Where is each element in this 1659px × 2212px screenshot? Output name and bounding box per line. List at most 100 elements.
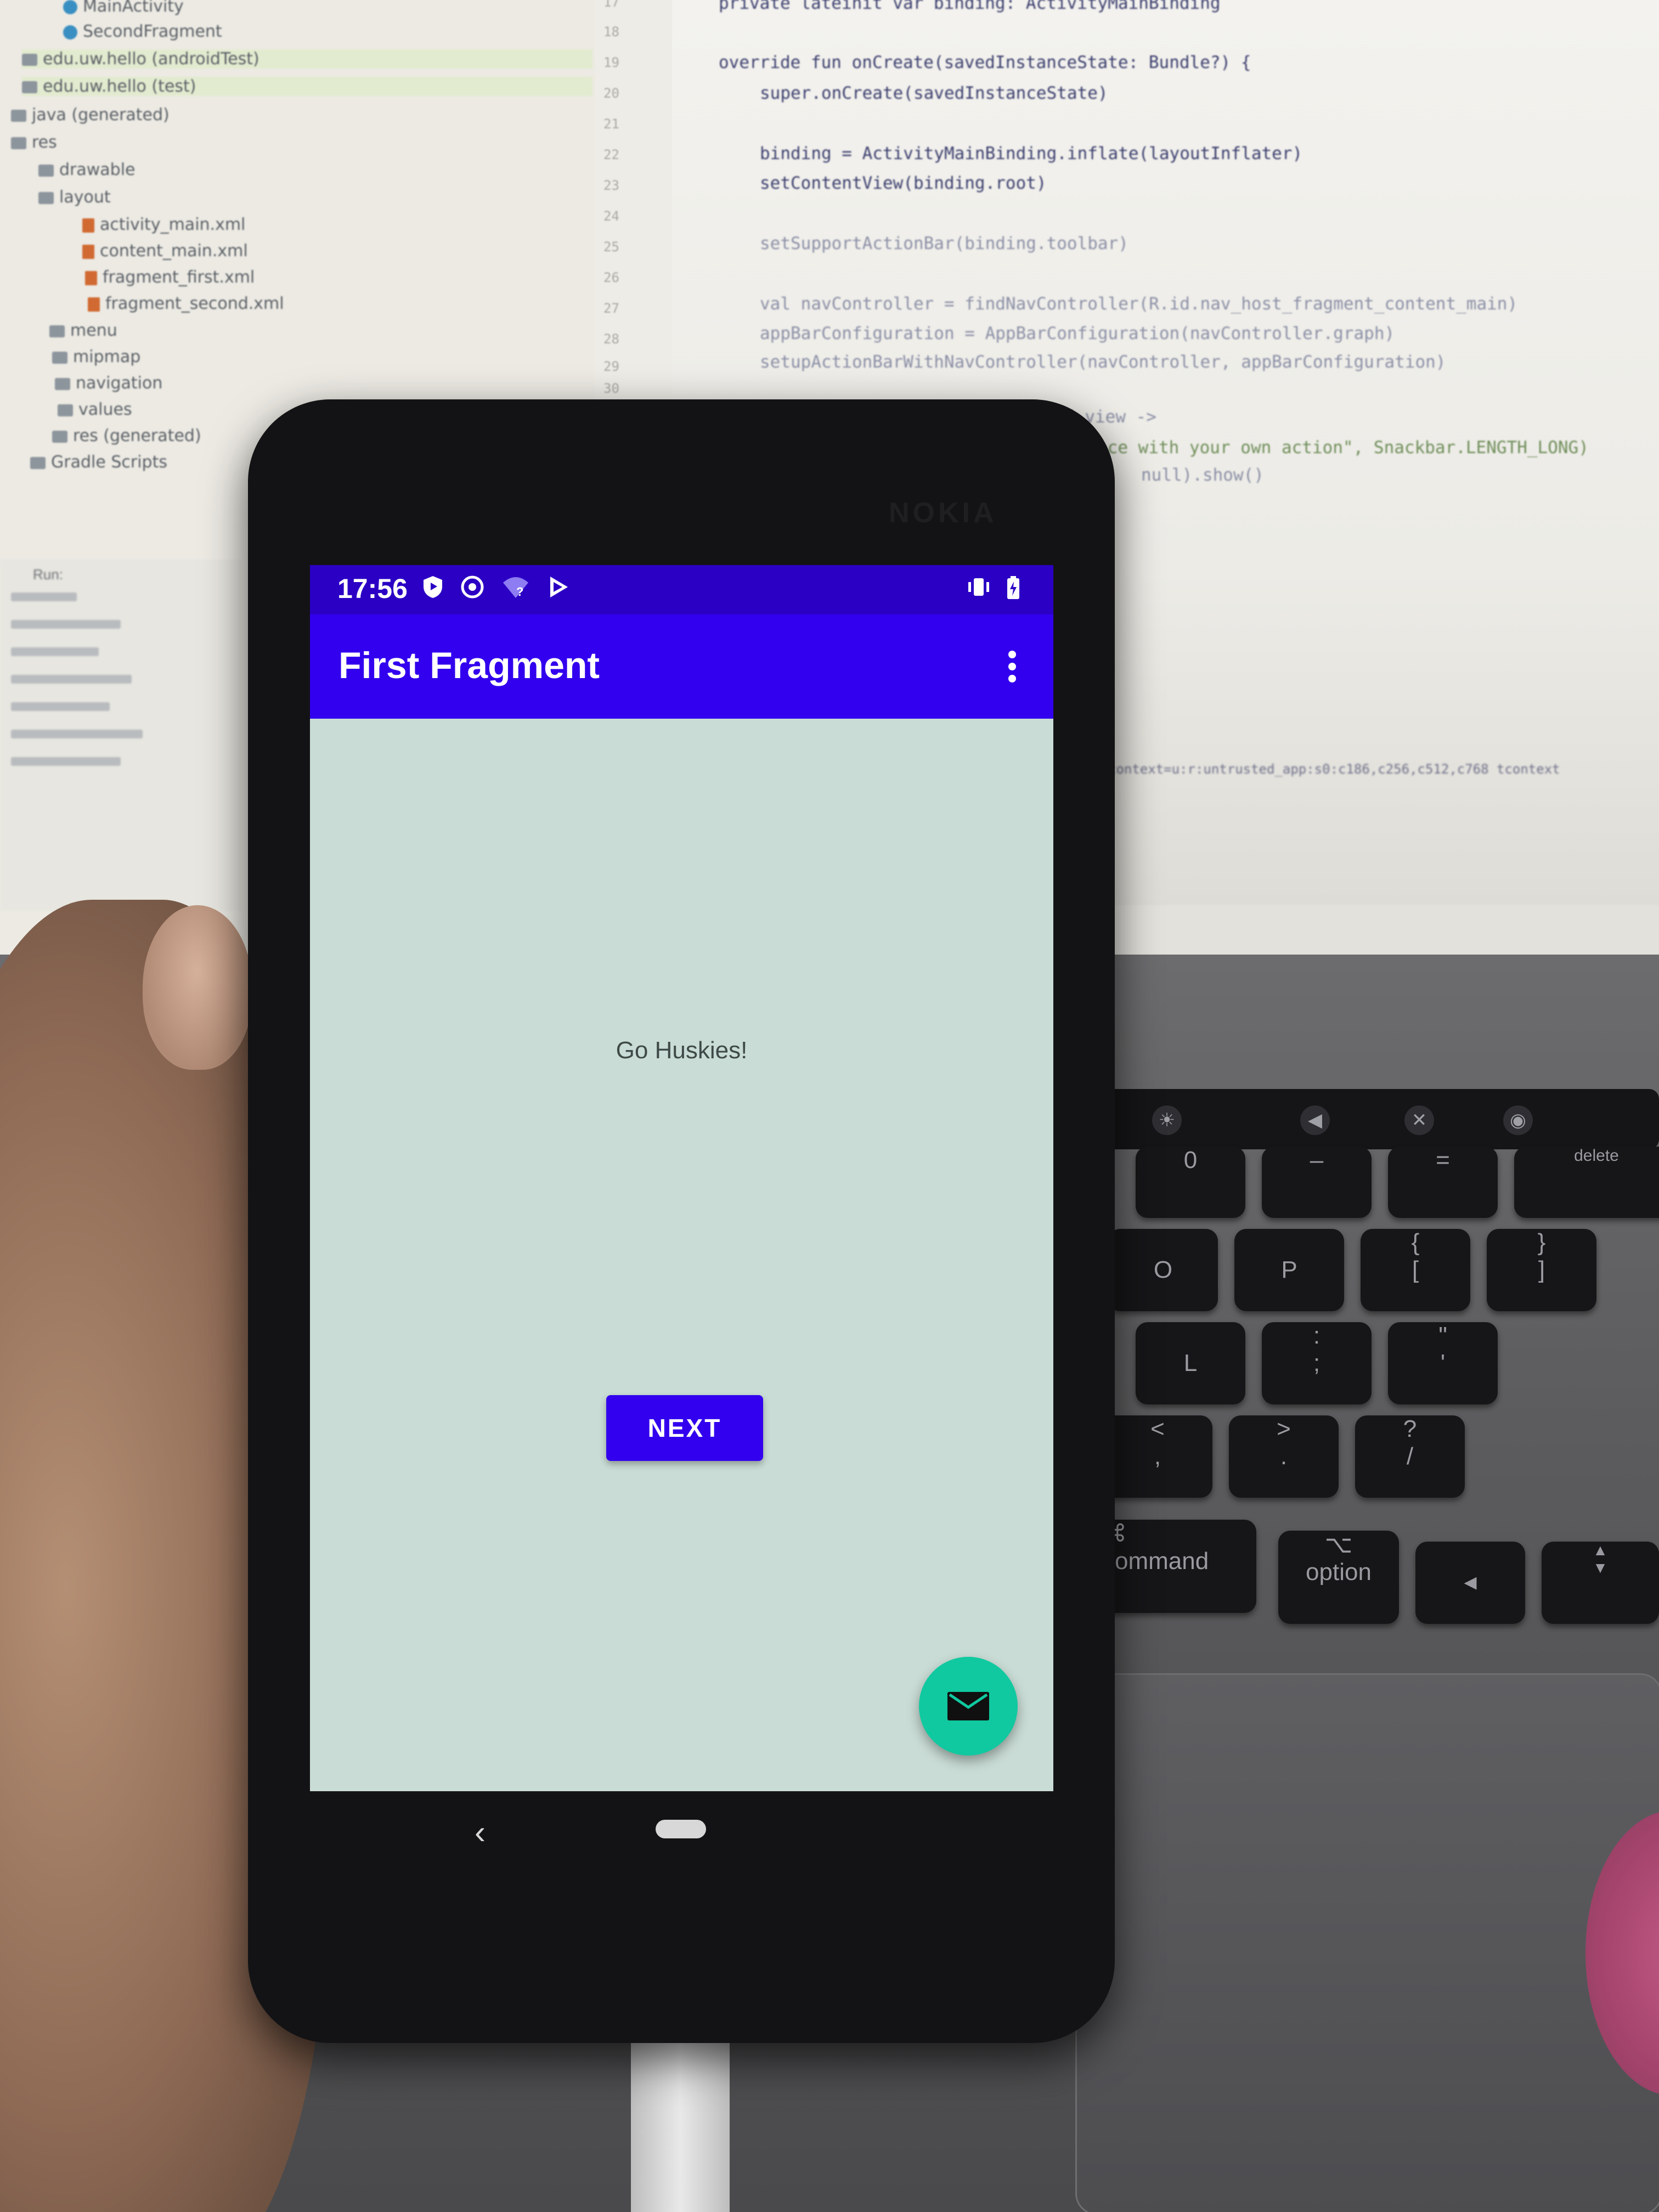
next-button[interactable]: NEXT: [606, 1395, 763, 1461]
tree-item-label: edu.uw.hello (test): [43, 77, 196, 96]
key-period: >.: [1229, 1415, 1339, 1498]
status-time: 17:56: [337, 573, 408, 604]
key-option: ⌥ option: [1278, 1531, 1399, 1624]
code-line: override fun onCreate(savedInstanceState…: [719, 53, 1251, 72]
tree-item: navigation: [55, 374, 162, 393]
volume-icon: ◀: [1300, 1105, 1330, 1135]
class-icon: [63, 25, 77, 40]
key-minus: –: [1262, 1147, 1372, 1218]
tree-item-label: SecondFragment: [83, 22, 222, 41]
line-number: 17: [603, 0, 619, 10]
line-number: 21: [603, 116, 619, 132]
email-icon: [947, 1692, 989, 1720]
code-line: null).show(): [1141, 465, 1264, 485]
line-number: 28: [603, 331, 619, 347]
tree-item: java (generated): [11, 105, 170, 125]
tree-item-label: Gradle Scripts: [51, 453, 167, 472]
run-panel-bar: [11, 675, 132, 684]
status-bar: 17:56 ?: [310, 565, 1053, 614]
brightness-icon: ☀: [1152, 1105, 1182, 1135]
folder-icon: [11, 137, 26, 149]
folder-icon: [22, 81, 37, 93]
wifi-unknown-icon: ?: [502, 575, 528, 601]
key-semicolon: :;: [1262, 1322, 1372, 1404]
line-number: 26: [603, 270, 619, 285]
tree-item: activity_main.xml: [82, 215, 245, 234]
line-number: 20: [603, 86, 619, 101]
tree-item: mipmap: [52, 347, 140, 366]
tree-item-label: fragment_first.xml: [103, 268, 255, 287]
tree-item: layout: [38, 188, 111, 207]
key-equals: =: [1388, 1147, 1498, 1218]
tree-item-label: java (generated): [32, 105, 170, 125]
code-line: setupActionBarWithNavController(navContr…: [760, 352, 1446, 372]
xml-file-icon: [88, 297, 100, 312]
home-pill[interactable]: [656, 1820, 706, 1838]
app-bar-title: First Fragment: [338, 645, 600, 686]
tree-item: menu: [49, 321, 117, 340]
key-up-down-arrows: ▲ ▼: [1542, 1542, 1659, 1624]
tree-item-label: menu: [70, 321, 117, 340]
tree-item-label: res: [32, 133, 57, 152]
logcat-line: context=u:r:untrusted_app:s0:c186,c256,c…: [1108, 761, 1560, 777]
folder-icon: [22, 53, 37, 66]
tree-item: fragment_second.xml: [88, 294, 284, 313]
run-panel-bar: [11, 647, 99, 656]
tree-item-label: values: [78, 400, 132, 419]
battery-icon: [1000, 575, 1026, 601]
line-number: 27: [603, 301, 619, 316]
code-line: setContentView(binding.root): [760, 173, 1047, 193]
phone-screen: 17:56 ? First Fragment Go Huskies! NEXT: [310, 565, 1053, 1791]
shield-play-icon: [420, 575, 446, 601]
tree-item: res: [11, 133, 57, 152]
tree-item-label: fragment_second.xml: [105, 294, 284, 313]
folder-icon: [58, 404, 73, 416]
xml-file-icon: [82, 244, 94, 259]
key-slash: ? /: [1355, 1415, 1465, 1498]
ide-status-bar: [1097, 905, 1659, 955]
folder-icon: [38, 191, 54, 204]
line-number: 23: [603, 178, 619, 193]
line-number: 18: [603, 24, 619, 40]
tree-item-label: res (generated): [73, 426, 201, 445]
play-store-icon: [546, 575, 572, 601]
tree-item: drawable: [38, 160, 136, 179]
line-number: 30: [603, 381, 619, 396]
system-nav-bar: ‹: [310, 1791, 1053, 1874]
line-number: 24: [603, 208, 619, 224]
key-delete: delete: [1514, 1147, 1659, 1218]
tree-item: values: [58, 400, 132, 419]
key-p: P: [1234, 1229, 1344, 1311]
tree-item-label: mipmap: [73, 347, 141, 366]
back-icon[interactable]: ‹: [475, 1813, 486, 1851]
tree-item: edu.uw.hello (test): [22, 77, 592, 96]
phone-brand-logo: NOKIA: [889, 497, 997, 529]
folder-icon: [38, 164, 54, 177]
more-vert-icon[interactable]: [1001, 647, 1023, 691]
tree-item: edu.uw.hello (androidTest): [22, 49, 592, 69]
key-open-bracket: {[: [1361, 1229, 1470, 1311]
line-number: 19: [603, 55, 619, 70]
key-left-arrow: ◀: [1415, 1542, 1525, 1624]
tree-item-label: layout: [59, 188, 111, 207]
code-line: private lateinit var binding: ActivityMa…: [719, 0, 1221, 13]
app-bar: First Fragment: [310, 614, 1053, 719]
xml-file-icon: [85, 270, 97, 285]
key-quote: " ': [1388, 1322, 1498, 1404]
email-fab-button[interactable]: [919, 1657, 1018, 1756]
tree-item: SecondFragment: [63, 22, 222, 41]
run-panel-bar: [11, 592, 77, 601]
folder-icon: [55, 377, 70, 390]
key-l: L: [1136, 1322, 1245, 1404]
key-command: ⌘ command: [1092, 1520, 1256, 1613]
tree-item-label: content_main.xml: [100, 241, 248, 261]
mute-icon: ✕: [1404, 1105, 1434, 1135]
folder-icon: [11, 109, 26, 122]
vibrate-icon: [966, 575, 992, 601]
xml-file-icon: [82, 218, 94, 233]
gradle-icon: [30, 456, 46, 469]
tree-item: res (generated): [52, 426, 201, 445]
code-line: setSupportActionBar(binding.toolbar): [760, 234, 1128, 253]
fragment-text: Go Huskies!: [616, 1037, 748, 1064]
run-panel-bar: [11, 702, 110, 711]
